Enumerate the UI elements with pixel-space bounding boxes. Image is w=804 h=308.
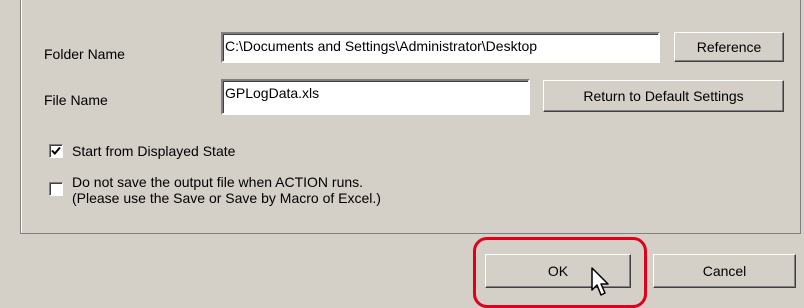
file-name-input[interactable]: GPLogData.xls [221, 79, 530, 115]
cancel-button[interactable]: Cancel [653, 254, 796, 288]
checkmark-icon [51, 146, 61, 155]
do-not-save-output-checkbox[interactable] [49, 182, 63, 196]
file-name-label: File Name [44, 92, 108, 108]
start-from-displayed-state-checkbox[interactable] [49, 144, 63, 158]
return-to-default-settings-button[interactable]: Return to Default Settings [543, 80, 784, 112]
start-from-displayed-state-label: Start from Displayed State [72, 143, 236, 159]
reference-button[interactable]: Reference [674, 32, 784, 62]
folder-name-input[interactable]: C:\Documents and Settings\Administrator\… [221, 32, 660, 63]
mouse-pointer-icon [591, 267, 609, 296]
folder-name-label: Folder Name [44, 46, 125, 62]
do-not-save-output-note: (Please use the Save or Save by Macro of… [72, 190, 381, 206]
